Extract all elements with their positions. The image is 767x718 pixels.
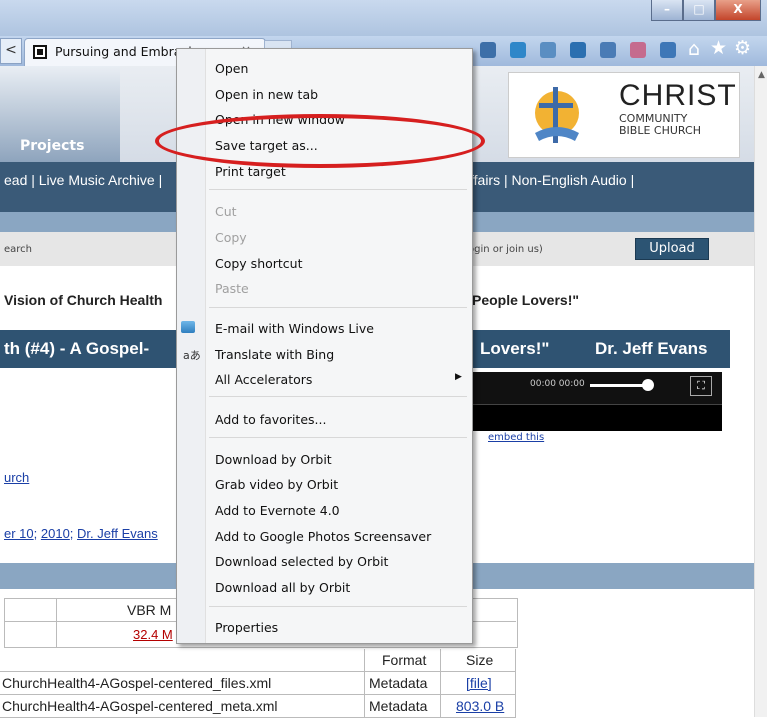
toolbar-addon-icon[interactable]: [540, 42, 556, 58]
page-icon: [33, 45, 47, 59]
church-logo[interactable]: CHRIST COMMUNITY BIBLE CHURCH: [508, 72, 740, 158]
scroll-up-icon[interactable]: ▲: [755, 70, 767, 80]
file-format: Metadata: [369, 675, 428, 691]
table-row: ChurchHealth4-AGospel-centered_files.xml…: [0, 672, 516, 695]
fullscreen-icon[interactable]: ⛶: [690, 376, 712, 396]
toolbar-addon-icon[interactable]: [480, 42, 496, 58]
menu-item-cut: Cut: [215, 204, 237, 219]
menu-item-copy: Copy: [215, 230, 247, 245]
logo-subtitle-line2: BIBLE CHURCH: [619, 124, 701, 137]
toolbar-addon-icon[interactable]: [510, 42, 526, 58]
volume-knob[interactable]: [642, 379, 654, 391]
menu-separator: [209, 307, 467, 308]
menu-separator: [209, 606, 467, 607]
gear-icon[interactable]: ⚙: [734, 37, 751, 59]
item-author: Dr. Jeff Evans: [595, 339, 708, 358]
nav-links-left[interactable]: ead | Live Music Archive |: [4, 172, 162, 188]
embed-link[interactable]: embed this: [488, 432, 544, 443]
table-header-row: Format Size: [0, 649, 516, 672]
menu-item-open[interactable]: Open: [215, 61, 248, 76]
item-title-right: Lovers!": [480, 339, 550, 358]
date-author-line: er 10; 2010; Dr. Jeff Evans: [4, 526, 158, 541]
menu-item-paste: Paste: [215, 281, 249, 296]
menu-item-open-new-tab[interactable]: Open in new tab: [215, 87, 318, 102]
upload-button[interactable]: Upload: [635, 238, 709, 260]
table-header: Format: [382, 652, 427, 668]
projects-tab[interactable]: Projects: [20, 138, 84, 154]
date-link[interactable]: er 10: [4, 526, 34, 541]
menu-item-download-all-orbit[interactable]: Download all by Orbit: [215, 580, 350, 595]
series-title-left: Vision of Church Health: [4, 292, 163, 308]
menu-item-download-selected-orbit[interactable]: Download selected by Orbit: [215, 554, 388, 569]
file-name: ChurchHealth4-AGospel-centered_meta.xml: [2, 698, 278, 714]
nav-links-right[interactable]: ffairs | Non-English Audio |: [470, 172, 634, 188]
toolbar-addon-icon[interactable]: [660, 42, 676, 58]
menu-item-download-by-orbit[interactable]: Download by Orbit: [215, 452, 332, 467]
table-header: Size: [466, 652, 494, 668]
close-window-button[interactable]: X: [715, 0, 761, 21]
table-divider: [56, 598, 57, 647]
menu-separator: [209, 189, 467, 190]
menu-item-copy-shortcut[interactable]: Copy shortcut: [215, 256, 303, 271]
year-link[interactable]: 2010: [41, 526, 70, 541]
table-divider: [440, 649, 441, 717]
menu-separator: [209, 437, 467, 438]
volume-slider[interactable]: [590, 384, 650, 387]
maximize-button[interactable]: □: [683, 0, 715, 21]
table-divider: [515, 649, 516, 717]
menu-item-email-windows-live[interactable]: E-mail with Windows Live: [215, 321, 374, 336]
menu-item-grab-video-orbit[interactable]: Grab video by Orbit: [215, 477, 338, 492]
media-player[interactable]: 00:00 00:00 ⛶: [472, 372, 722, 431]
menu-item-all-accelerators[interactable]: All Accelerators: [215, 372, 312, 387]
file-size-link[interactable]: [file]: [466, 675, 492, 691]
series-title-right: People Lovers!": [472, 292, 580, 308]
submenu-arrow-icon: ▶: [455, 372, 462, 382]
toolbar-addon-icon[interactable]: [630, 42, 646, 58]
translate-icon: aあ: [183, 349, 201, 362]
logo-title: CHRIST: [619, 79, 737, 112]
window-controls: – □ X: [651, 0, 761, 22]
player-time: 00:00 00:00: [530, 379, 585, 389]
minimize-button[interactable]: –: [651, 0, 683, 21]
files-table: Format Size ChurchHealth4-AGospel-center…: [0, 649, 516, 718]
star-icon[interactable]: ★: [710, 37, 727, 59]
toolbar-addon-icon[interactable]: [600, 42, 616, 58]
vbr-size-link[interactable]: 32.4 M: [133, 627, 173, 642]
menu-item-add-favorites[interactable]: Add to favorites...: [215, 412, 326, 427]
table-divider: [364, 649, 365, 717]
cross-logo-icon: [535, 87, 579, 143]
home-icon[interactable]: ⌂: [688, 38, 700, 60]
file-format: Metadata: [369, 698, 428, 714]
menu-item-add-evernote[interactable]: Add to Evernote 4.0: [215, 503, 340, 518]
search-label: earch: [4, 244, 33, 255]
logo-subtitle: COMMUNITY BIBLE CHURCH: [619, 113, 701, 137]
item-title-left: th (#4) - A Gospel-: [4, 339, 150, 358]
windows-live-icon: [181, 321, 195, 333]
church-link[interactable]: urch: [4, 470, 29, 485]
player-progress[interactable]: [472, 404, 722, 431]
table-row: ChurchHealth4-AGospel-centered_meta.xml …: [0, 695, 516, 718]
highlight-annotation: [155, 114, 485, 168]
file-name: ChurchHealth4-AGospel-centered_files.xml: [2, 675, 272, 691]
menu-item-translate-bing[interactable]: Translate with Bing: [215, 347, 334, 362]
menu-item-google-photos[interactable]: Add to Google Photos Screensaver: [215, 529, 431, 544]
back-button[interactable]: <: [0, 38, 22, 64]
file-size-link[interactable]: 803.0 B: [456, 698, 504, 714]
author-link[interactable]: Dr. Jeff Evans: [77, 526, 158, 541]
scrollbar[interactable]: ▲: [754, 66, 767, 717]
login-join-text[interactable]: ogin or join us): [468, 244, 543, 255]
toolbar-addon-icon[interactable]: [570, 42, 586, 58]
menu-item-properties[interactable]: Properties: [215, 620, 278, 635]
vbr-header: VBR M: [127, 602, 172, 618]
menu-separator: [209, 396, 467, 397]
